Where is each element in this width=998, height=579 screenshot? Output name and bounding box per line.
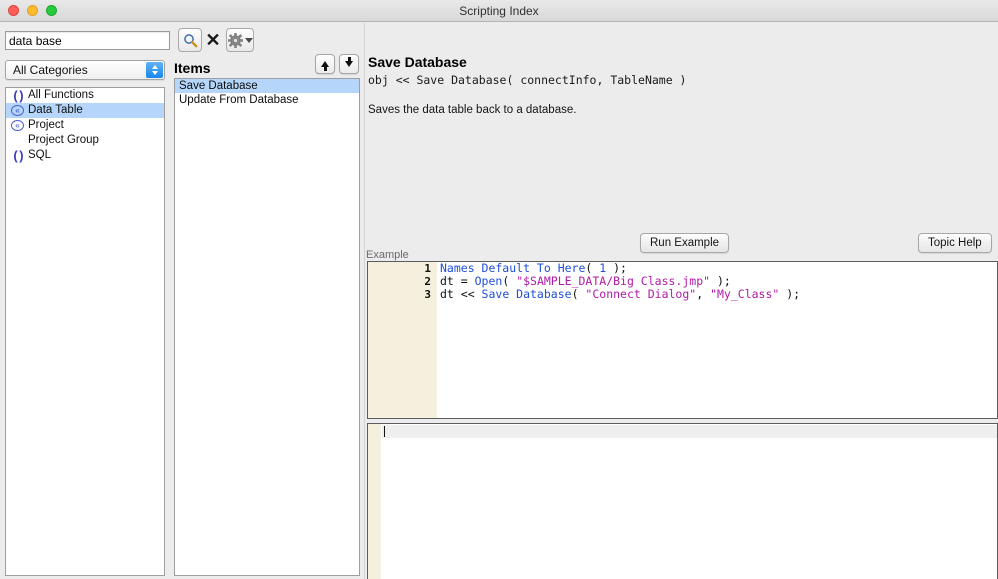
- output-log-pane[interactable]: [367, 423, 998, 579]
- window-title: Scripting Index: [459, 4, 539, 18]
- code-token: "$SAMPLE_DATA/Big Class.jmp": [516, 274, 711, 288]
- tree-item-label: Project: [28, 119, 64, 131]
- tree-item-data-table[interactable]: « Data Table: [6, 103, 164, 118]
- gear-icon: [227, 32, 243, 48]
- example-label: Example: [366, 249, 409, 261]
- chevron-updown-icon: [146, 62, 163, 78]
- category-select-value: All Categories: [13, 63, 88, 77]
- code-lines: Names Default To Here( 1 ); dt = Open( "$…: [440, 262, 997, 301]
- tree-item-label: Data Table: [28, 104, 83, 116]
- options-menu-button[interactable]: [226, 28, 254, 52]
- code-token: );: [606, 261, 627, 275]
- tree-item-label: Project Group: [28, 134, 99, 146]
- message-icon: «: [11, 120, 24, 131]
- line-number: 3: [424, 288, 431, 301]
- tree-item-sql[interactable]: ( ) SQL: [6, 148, 164, 163]
- code-line: dt << Save Database( "Connect Dialog", "…: [440, 288, 997, 301]
- text-caret: [384, 426, 385, 437]
- caret-down-icon: [244, 37, 253, 43]
- code-token: (: [585, 261, 600, 275]
- code-token: );: [710, 274, 731, 288]
- scripting-index-window: Scripting Index ✕: [0, 0, 998, 579]
- line-number: 1: [424, 262, 431, 275]
- items-list[interactable]: Save Database Update From Database: [174, 78, 360, 576]
- topic-help-button[interactable]: Topic Help: [918, 233, 992, 253]
- arrow-up-icon: [321, 61, 329, 71]
- search-button[interactable]: [178, 28, 202, 52]
- parentheses-icon: ( ): [13, 148, 23, 163]
- code-token: ,: [696, 287, 711, 301]
- code-token: Open: [474, 274, 503, 288]
- code-gutter: 123: [368, 262, 437, 418]
- arrow-down-icon: [345, 57, 353, 67]
- clear-search-button[interactable]: ✕: [202, 28, 224, 52]
- panel-divider: [364, 23, 365, 579]
- tree-item-project[interactable]: « Project: [6, 118, 164, 133]
- search-input[interactable]: [5, 31, 170, 50]
- detail-signature: obj << Save Database( connectInfo, Table…: [368, 73, 687, 87]
- code-token: Names Default To Here: [440, 261, 586, 275]
- list-item[interactable]: Update From Database: [175, 93, 359, 107]
- detail-title: Save Database: [368, 54, 467, 70]
- tree-item-project-group[interactable]: Project Group: [6, 133, 164, 148]
- code-token: Save Database: [481, 287, 572, 301]
- code-token: (: [571, 287, 586, 301]
- detail-pane: Save Database obj << Save Database( conn…: [366, 46, 998, 579]
- output-current-line: [382, 425, 997, 438]
- line-number: 2: [424, 275, 431, 288]
- window-titlebar: Scripting Index: [0, 0, 998, 22]
- x-icon: ✕: [205, 30, 221, 50]
- code-token: );: [779, 287, 801, 301]
- code-token: dt =: [440, 274, 475, 288]
- magnifier-icon: [183, 33, 197, 47]
- message-icon: «: [11, 105, 24, 116]
- category-select[interactable]: All Categories: [5, 60, 165, 80]
- code-token: "My_Class": [710, 287, 780, 301]
- next-item-button[interactable]: [339, 54, 359, 74]
- tree-item-label: All Functions: [28, 89, 94, 101]
- run-example-button[interactable]: Run Example: [640, 233, 730, 253]
- parentheses-icon: ( ): [13, 88, 23, 103]
- detail-description: Saves the data table back to a database.: [368, 104, 577, 116]
- code-token: (: [502, 274, 517, 288]
- output-gutter: [368, 424, 381, 579]
- items-heading: Items: [174, 60, 211, 76]
- previous-item-button[interactable]: [315, 54, 335, 74]
- tree-item-all-functions[interactable]: ( ) All Functions: [6, 88, 164, 103]
- code-token: "Connect Dialog": [585, 287, 697, 301]
- example-code-editor[interactable]: 123 Names Default To Here( 1 ); dt = Open…: [367, 261, 998, 419]
- list-item[interactable]: Save Database: [175, 79, 359, 93]
- tree-item-label: SQL: [28, 149, 52, 161]
- category-tree[interactable]: ( ) All Functions « Data Table « Project Proje…: [5, 87, 165, 576]
- code-token: dt <<: [440, 287, 482, 301]
